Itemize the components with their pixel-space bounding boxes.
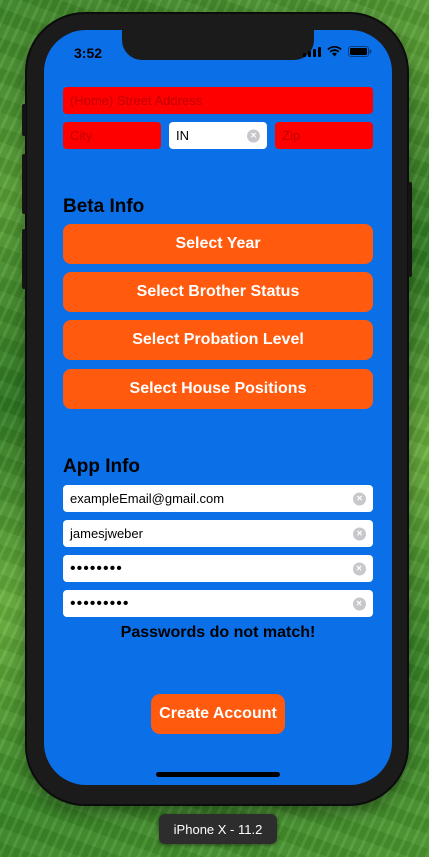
select-year-button[interactable]: Select Year [63, 224, 373, 264]
clear-icon[interactable]: × [353, 492, 366, 505]
state-input[interactable]: IN × [169, 122, 267, 149]
city-input[interactable]: City [63, 122, 161, 149]
password-field[interactable]: •••••••• × [63, 555, 373, 582]
state-value: IN [176, 128, 189, 143]
status-time: 3:52 [74, 45, 103, 61]
clear-icon[interactable]: × [353, 562, 366, 575]
beta-info-title: Beta Info [63, 196, 145, 217]
select-brother-status-button[interactable]: Select Brother Status [63, 272, 373, 312]
street-address-input[interactable]: (Home) Street Address [63, 87, 373, 114]
battery-icon [348, 46, 372, 57]
confirm-password-value: ••••••••• [70, 594, 130, 612]
app-info-title: App Info [63, 456, 141, 477]
zip-input[interactable]: Zip [275, 122, 373, 149]
status-icons [303, 46, 372, 57]
simulator-device-label: iPhone X - 11.2 [159, 814, 277, 844]
wifi-icon [327, 46, 342, 57]
city-placeholder: City [70, 128, 93, 143]
volume-down-button [22, 229, 26, 289]
password-error-message: Passwords do not match! [120, 624, 316, 641]
notch [122, 30, 314, 60]
select-house-positions-button[interactable]: Select House Positions [63, 369, 373, 409]
username-field[interactable]: jamesjweber × [63, 520, 373, 547]
app-screen: 3:52 (Home) Street Address City IN × Zip… [44, 30, 392, 785]
email-value: exampleEmail@gmail.com [70, 491, 225, 506]
home-indicator[interactable] [156, 772, 280, 777]
create-account-button[interactable]: Create Account [151, 694, 285, 734]
confirm-password-field[interactable]: ••••••••• × [63, 590, 373, 617]
username-value: jamesjweber [70, 526, 143, 541]
street-address-placeholder: (Home) Street Address [70, 93, 203, 108]
email-field[interactable]: exampleEmail@gmail.com × [63, 485, 373, 512]
signal-icon [303, 46, 321, 57]
password-value: •••••••• [70, 559, 123, 577]
clear-icon[interactable]: × [353, 597, 366, 610]
select-probation-level-button[interactable]: Select Probation Level [63, 320, 373, 360]
clear-icon[interactable]: × [247, 129, 260, 142]
silent-switch [22, 104, 26, 136]
volume-up-button [22, 154, 26, 214]
zip-placeholder: Zip [282, 128, 301, 143]
side-button [408, 182, 412, 277]
clear-icon[interactable]: × [353, 527, 366, 540]
